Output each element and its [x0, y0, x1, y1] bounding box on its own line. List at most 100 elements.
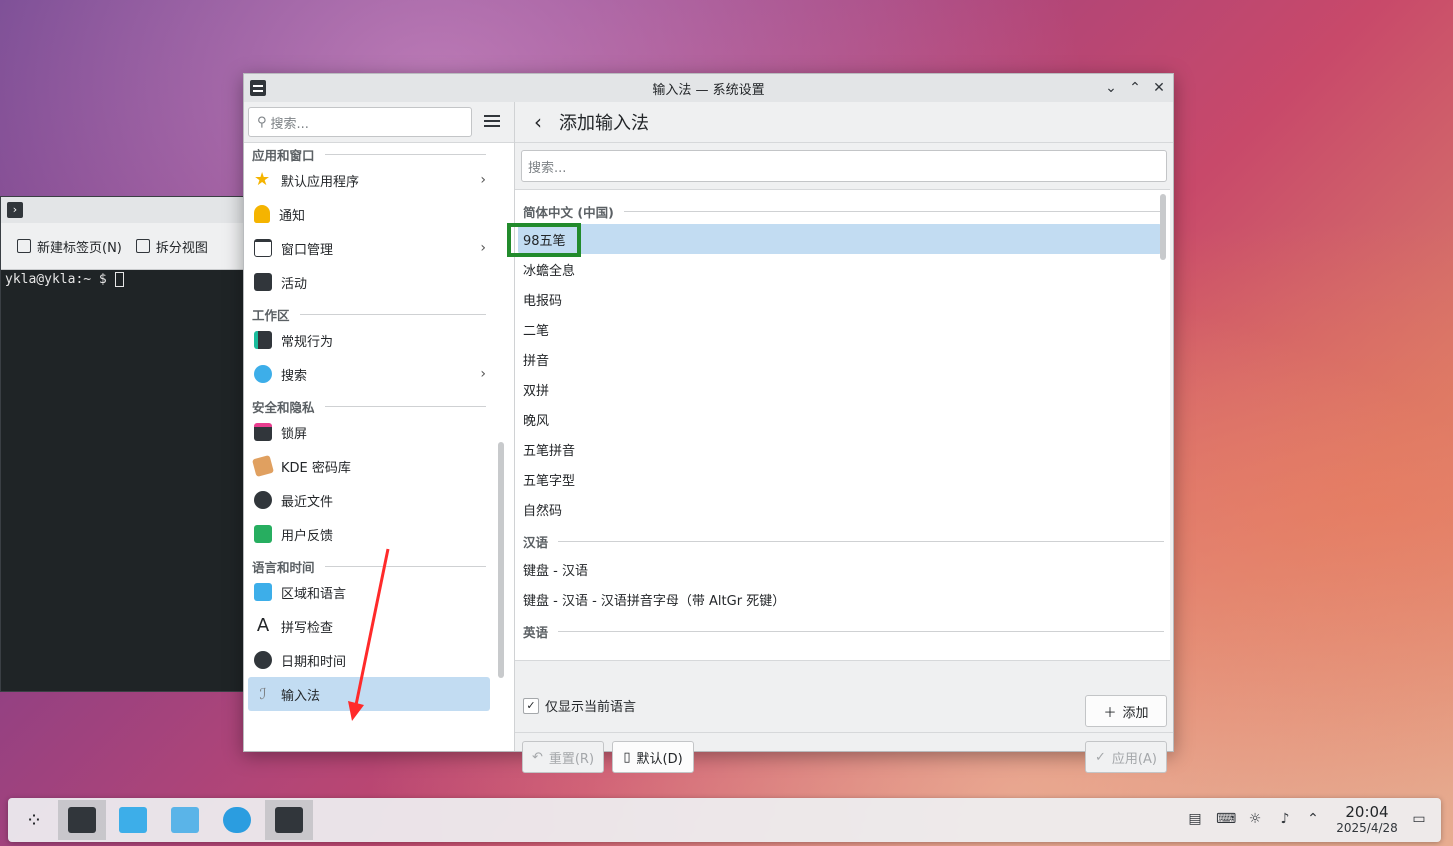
group-header: 简体中文 (中国) — [515, 198, 1170, 224]
folder-icon — [171, 807, 199, 833]
star-icon: ★ — [254, 169, 271, 190]
hamburger-menu-icon[interactable] — [484, 113, 500, 129]
plus-icon: ＋ — [1103, 705, 1117, 721]
sidebar-item-search[interactable]: 搜索 › — [244, 357, 494, 391]
section-header: 安全和隐私 — [244, 397, 494, 415]
section-header: 工作区 — [244, 305, 494, 323]
activities-icon — [254, 273, 272, 291]
list-item[interactable]: 自然码 — [515, 494, 1170, 524]
list-item[interactable]: 拼音 — [515, 344, 1170, 374]
list-item[interactable]: 二笔 — [515, 314, 1170, 344]
page-title: 添加输入法 — [559, 113, 649, 134]
terminal-icon — [275, 807, 303, 833]
window-titlebar[interactable]: 输入法 — 系统设置 ⌄ ⌃ ✕ — [244, 74, 1173, 103]
search-icon — [254, 365, 272, 383]
chevron-right-icon: › — [480, 240, 486, 256]
volume-icon[interactable]: ♪ — [1276, 810, 1294, 828]
check-icon: ✓ — [1095, 749, 1106, 765]
globe-icon — [223, 807, 251, 833]
undo-icon: ↶ — [531, 749, 543, 765]
sidebar-scrollbar[interactable] — [498, 442, 504, 678]
list-item[interactable]: 98五笔 — [518, 224, 1162, 254]
checkmark-icon: ✓ — [523, 697, 539, 714]
brightness-icon[interactable]: ☼ — [1246, 810, 1264, 828]
feedback-icon — [254, 525, 272, 543]
sidebar-item-kde-wallet[interactable]: KDE 密码库 — [244, 449, 494, 483]
list-item[interactable]: 晚风 — [515, 404, 1170, 434]
wallet-icon — [251, 454, 275, 478]
list-item[interactable]: 五笔拼音 — [515, 434, 1170, 464]
terminal-toolbar: 新建标签页(N) 拆分视图 — [1, 223, 243, 270]
sidebar-item-notifications[interactable]: 通知 — [244, 197, 494, 231]
input-method-search-input[interactable]: 搜索... — [521, 150, 1167, 182]
back-arrow-icon[interactable]: ‹ — [523, 110, 553, 134]
maximize-button[interactable]: ⌃ — [1127, 78, 1143, 98]
divider — [515, 732, 1173, 733]
taskbar: ⁘ ▤ ⌨ ☼ ♪ ⌃ 20:04 2025/4/28 ▭ — [8, 798, 1441, 842]
terminal-output[interactable]: ykla@ykla:~ $ — [1, 270, 243, 289]
terminal-icon: › — [7, 202, 23, 218]
group-header: 英语 — [515, 618, 1170, 644]
close-button[interactable]: ✕ — [1151, 78, 1167, 98]
window-title: 输入法 — 系统设置 — [652, 82, 765, 98]
defaults-button[interactable]: ▯ 默认(D) — [612, 741, 694, 773]
document-icon: ▯ — [623, 749, 631, 765]
list-item[interactable]: 电报码 — [515, 284, 1170, 314]
sliders-icon — [254, 331, 272, 349]
text-cursor — [114, 272, 124, 287]
sidebar-item-window-management[interactable]: 窗口管理 › — [244, 231, 494, 265]
taskbar-browser[interactable] — [213, 800, 261, 840]
taskbar-system-settings[interactable] — [58, 800, 106, 840]
settings-app-icon — [250, 80, 266, 96]
taskbar-terminal[interactable] — [265, 800, 313, 840]
main-panel: ‹ 添加输入法 搜索... 简体中文 (中国) 98五笔 冰蟾全息 电报码 二笔… — [515, 102, 1173, 773]
chevron-right-icon: › — [480, 172, 486, 188]
region-icon — [254, 583, 272, 601]
app-launcher-button[interactable]: ⁘ — [10, 800, 58, 840]
section-header: 应用和窗口 — [244, 145, 494, 163]
show-desktop-icon[interactable]: ▭ — [1410, 810, 1428, 828]
list-item[interactable]: 五笔字型 — [515, 464, 1170, 494]
list-scrollbar[interactable] — [1160, 194, 1166, 260]
list-item[interactable]: 键盘 - 汉语 — [515, 554, 1170, 584]
chevron-right-icon: › — [480, 366, 486, 382]
chevron-up-icon[interactable]: ⌃ — [1304, 810, 1322, 828]
lock-screen-icon — [254, 423, 272, 441]
sidebar-item-lock-screen[interactable]: 锁屏 — [244, 415, 494, 449]
window-icon — [254, 239, 272, 257]
taskbar-file-manager[interactable] — [161, 800, 209, 840]
list-item[interactable]: 冰蟾全息 — [515, 254, 1170, 284]
taskbar-discover[interactable] — [109, 800, 157, 840]
annotation-arrow — [348, 548, 390, 721]
keyboard-icon[interactable]: ⌨ — [1216, 810, 1236, 828]
sidebar-item-default-apps[interactable]: ★ 默认应用程序 › — [244, 163, 494, 197]
clock[interactable]: 20:04 2025/4/28 — [1332, 803, 1402, 835]
show-current-language-checkbox[interactable]: ✓ 仅显示当前语言 — [523, 696, 636, 715]
new-tab-button[interactable]: 新建标签页(N) — [17, 237, 122, 256]
clock-icon — [254, 491, 272, 509]
spell-icon: A — [256, 615, 270, 636]
settings-app-icon — [68, 807, 96, 833]
list-item[interactable]: 键盘 - 汉语 - 汉语拼音字母（带 AltGr 死键） — [515, 584, 1170, 614]
add-button[interactable]: ＋ 添加 — [1085, 695, 1167, 727]
input-method-list: 简体中文 (中国) 98五笔 冰蟾全息 电报码 二笔 拼音 双拼 晚风 五笔拼音… — [515, 189, 1170, 661]
split-view-button[interactable]: 拆分视图 — [135, 237, 208, 256]
terminal-window[interactable]: › 新建标签页(N) 拆分视图 ykla@ykla:~ $ — [0, 196, 244, 692]
sidebar-item-recent-files[interactable]: 最近文件 — [244, 483, 494, 517]
highlight-annotation-box — [507, 223, 581, 257]
group-header: 汉语 — [515, 528, 1170, 554]
search-icon: ⚲ — [257, 114, 267, 130]
clock-icon — [254, 651, 272, 669]
minimize-button[interactable]: ⌄ — [1103, 78, 1119, 98]
store-icon — [119, 807, 147, 833]
reset-button[interactable]: ↶ 重置(R) — [522, 741, 604, 773]
apply-button[interactable]: ✓ 应用(A) — [1085, 741, 1167, 773]
input-method-icon: ℐ — [259, 685, 267, 703]
sidebar-search-input[interactable]: ⚲ 搜索... — [248, 107, 472, 137]
sidebar-item-general-behavior[interactable]: 常规行为 — [244, 323, 494, 357]
list-item[interactable]: 双拼 — [515, 374, 1170, 404]
clipboard-icon[interactable]: ▤ — [1186, 810, 1204, 828]
sidebar-item-activities[interactable]: 活动 — [244, 265, 494, 299]
bell-icon — [254, 205, 270, 223]
terminal-titlebar[interactable]: › — [1, 197, 243, 223]
